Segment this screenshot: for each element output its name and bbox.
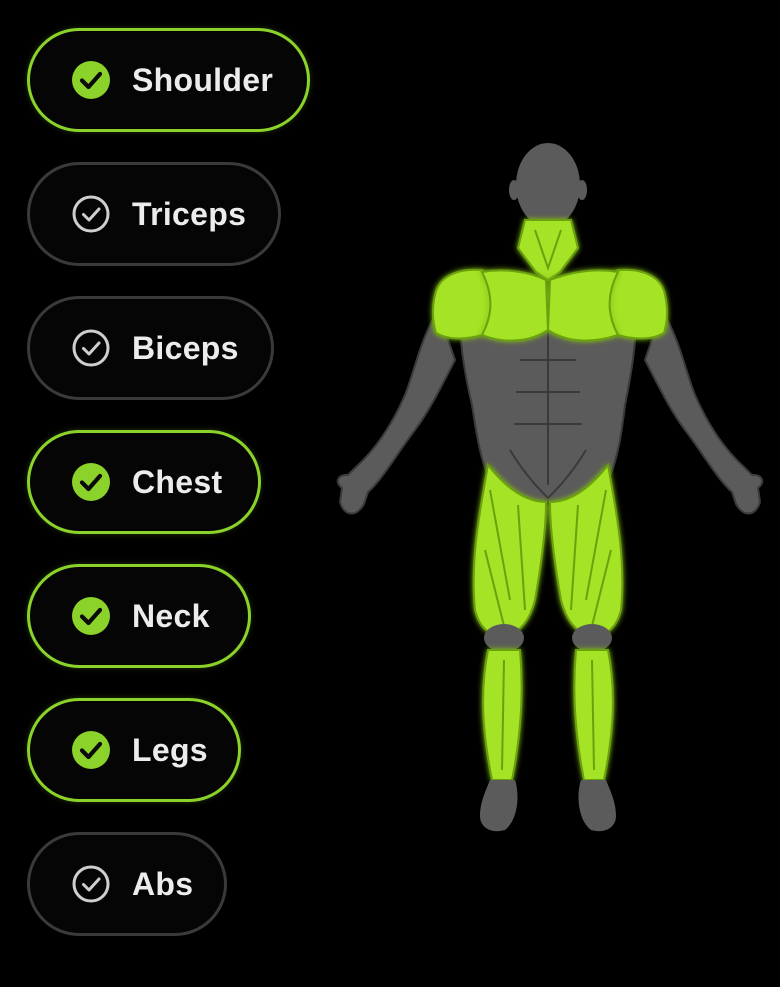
muscle-chest [480,269,620,342]
check-circle-filled-icon [72,597,110,635]
arm-left [336,307,457,515]
check-circle-filled-icon [72,463,110,501]
chip-label: Abs [132,865,194,902]
muscle-calves [482,649,614,781]
chip-label: Biceps [132,329,239,366]
chip-neck[interactable]: Neck [27,564,251,668]
feet [480,780,616,832]
check-circle-outline-icon [72,329,110,367]
check-circle-filled-icon [72,61,110,99]
chip-shoulder[interactable]: Shoulder [27,28,310,132]
head [509,143,587,227]
chip-label: Shoulder [132,61,274,98]
chip-label: Chest [132,463,223,500]
arm-right [643,307,764,515]
chip-chest[interactable]: Chest [27,430,261,534]
knees [484,624,612,652]
check-circle-filled-icon [72,731,110,769]
body-map [320,130,780,850]
chip-legs[interactable]: Legs [27,698,241,802]
check-circle-outline-icon [72,195,110,233]
chip-abs[interactable]: Abs [27,832,227,936]
anatomy-figure [336,143,764,832]
chip-biceps[interactable]: Biceps [27,296,274,400]
muscle-neck [516,219,580,282]
chip-label: Triceps [132,195,247,232]
chip-label: Legs [132,731,208,768]
check-circle-outline-icon [72,865,110,903]
chip-triceps[interactable]: Triceps [27,162,281,266]
chip-label: Neck [132,597,210,634]
